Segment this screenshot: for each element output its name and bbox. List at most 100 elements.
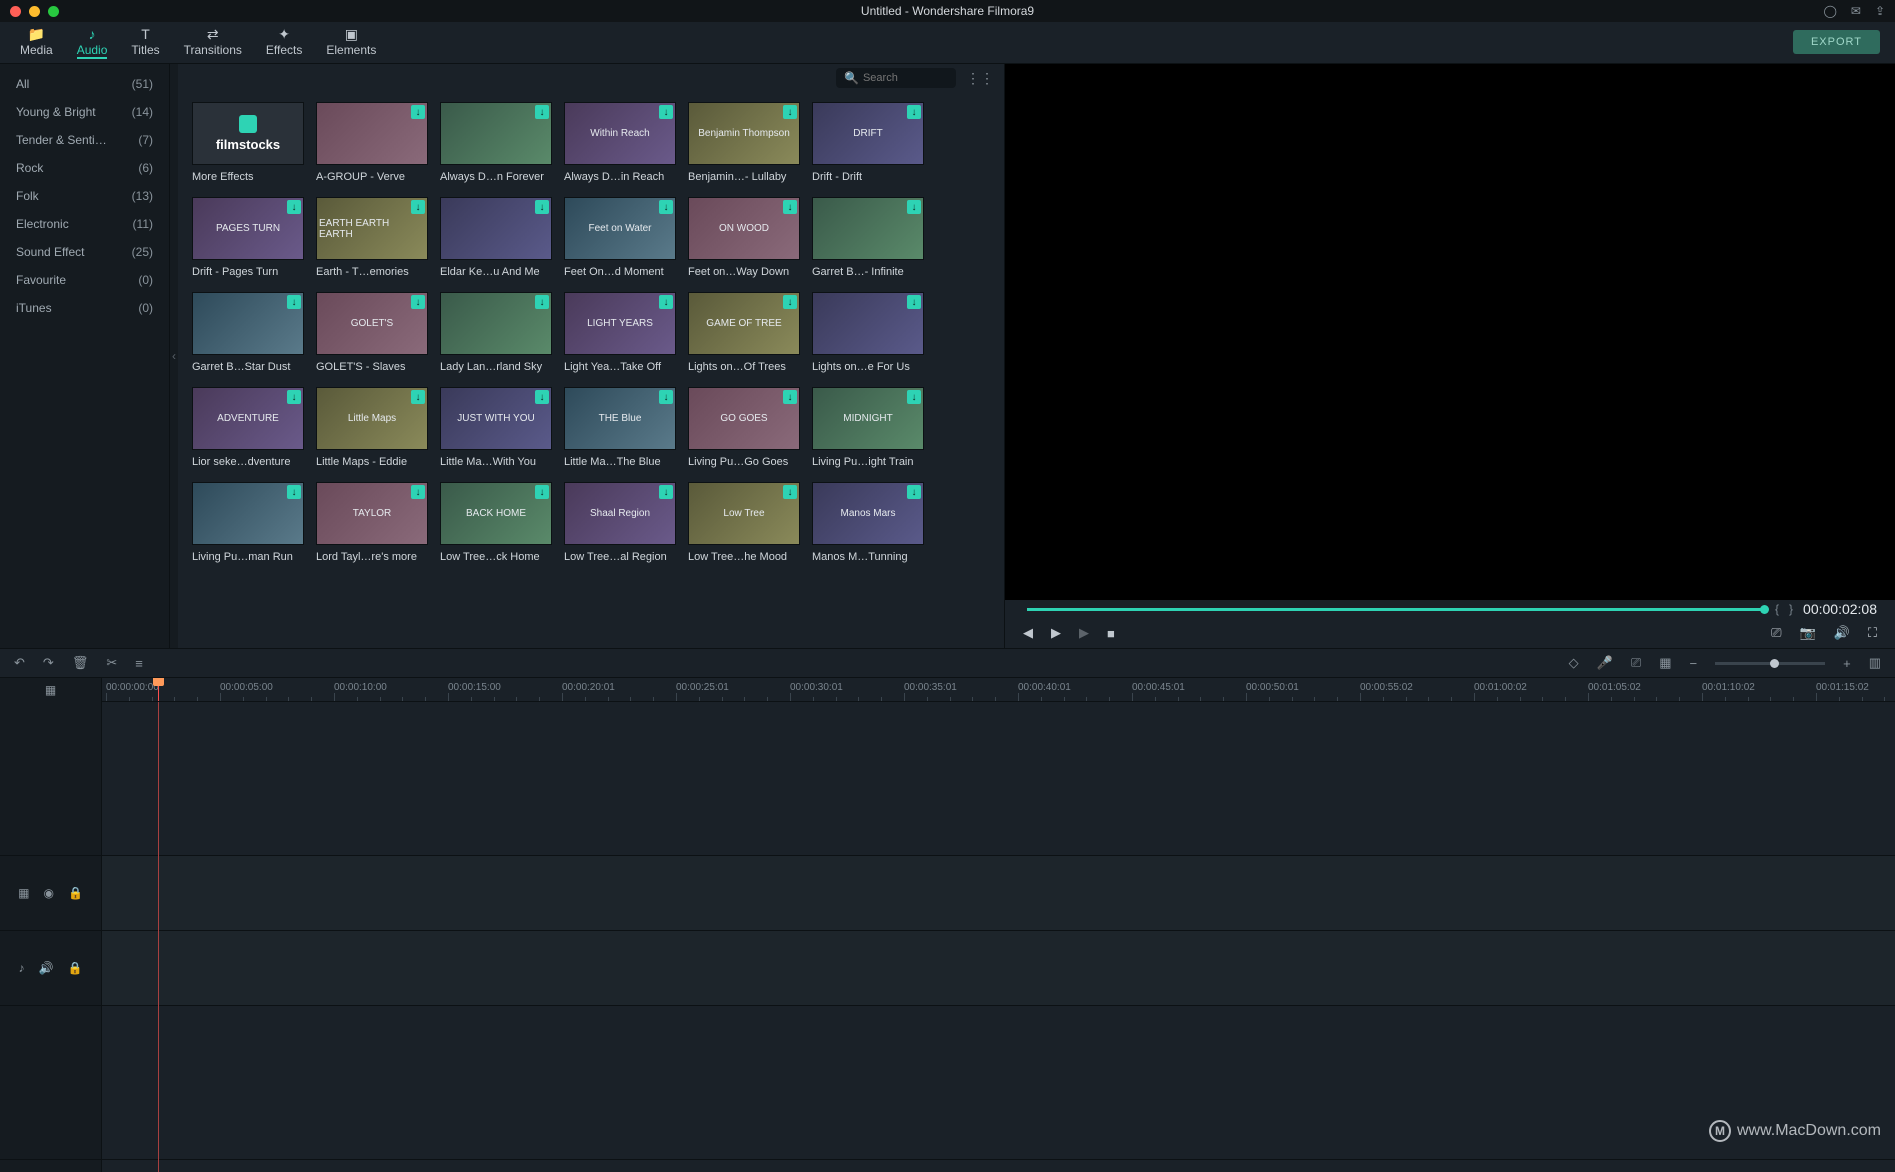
- library-item[interactable]: MIDNIGHT↓Living Pu…ight Train: [812, 387, 924, 468]
- timeline-body[interactable]: [102, 702, 1895, 1172]
- library-item[interactable]: ↓Always D…n Forever: [440, 102, 552, 183]
- volume-icon[interactable]: 🔊: [1834, 625, 1850, 641]
- zoom-out-icon[interactable]: −: [1690, 656, 1698, 671]
- download-icon[interactable]: ↓: [411, 105, 425, 119]
- marker-icon[interactable]: ◇: [1569, 655, 1579, 671]
- download-icon[interactable]: ↓: [907, 295, 921, 309]
- library-item[interactable]: Feet on Water↓Feet On…d Moment: [564, 197, 676, 278]
- window-zoom-button[interactable]: [48, 6, 59, 17]
- download-icon[interactable]: ↓: [535, 200, 549, 214]
- adjust-icon[interactable]: ≡: [135, 656, 143, 671]
- overlay-track-head[interactable]: ▦ ◉ 🔒: [0, 856, 101, 931]
- window-minimize-button[interactable]: [29, 6, 40, 17]
- library-item[interactable]: Little Maps↓Little Maps - Eddie: [316, 387, 428, 468]
- library-item[interactable]: filmstocksMore Effects: [192, 102, 304, 183]
- undo-icon[interactable]: ↶: [14, 655, 25, 671]
- library-item[interactable]: GO GOES↓Living Pu…Go Goes: [688, 387, 800, 468]
- notifications-icon[interactable]: ⇪: [1875, 4, 1885, 18]
- download-icon[interactable]: ↓: [907, 390, 921, 404]
- library-item[interactable]: THE Blue↓Little Ma…The Blue: [564, 387, 676, 468]
- download-icon[interactable]: ↓: [411, 295, 425, 309]
- download-icon[interactable]: ↓: [535, 390, 549, 404]
- search-input-wrap[interactable]: 🔍: [836, 68, 956, 88]
- download-icon[interactable]: ↓: [659, 295, 673, 309]
- fullscreen-icon[interactable]: ⛶: [1868, 625, 1877, 641]
- sidebar-item[interactable]: Favourite(0): [0, 266, 169, 294]
- sidebar-item[interactable]: Folk(13): [0, 182, 169, 210]
- download-icon[interactable]: ↓: [287, 295, 301, 309]
- next-frame-icon[interactable]: }: [1789, 602, 1793, 616]
- visibility-icon[interactable]: ◉: [43, 886, 53, 900]
- zoom-fit-icon[interactable]: ▥: [1869, 655, 1881, 671]
- delete-icon[interactable]: 🗑: [72, 655, 89, 671]
- playhead-icon[interactable]: [153, 678, 164, 686]
- library-item[interactable]: EARTH EARTH EARTH↓Earth - T…emories: [316, 197, 428, 278]
- download-icon[interactable]: ↓: [783, 105, 797, 119]
- download-icon[interactable]: ↓: [535, 105, 549, 119]
- library-item[interactable]: ↓Garret B…Star Dust: [192, 292, 304, 373]
- library-item[interactable]: Benjamin Thompson↓Benjamin…- Lullaby: [688, 102, 800, 183]
- download-icon[interactable]: ↓: [411, 200, 425, 214]
- library-item[interactable]: ↓Lights on…e For Us: [812, 292, 924, 373]
- sidebar-item[interactable]: Tender & Senti…(7): [0, 126, 169, 154]
- search-input[interactable]: [863, 72, 948, 84]
- library-item[interactable]: ↓Eldar Ke…u And Me: [440, 197, 552, 278]
- download-icon[interactable]: ↓: [907, 200, 921, 214]
- library-item[interactable]: ↓Lady Lan…rland Sky: [440, 292, 552, 373]
- library-item[interactable]: Within Reach↓Always D…in Reach: [564, 102, 676, 183]
- tab-effects[interactable]: ✦Effects: [254, 26, 314, 59]
- tab-audio[interactable]: ♪Audio: [65, 26, 120, 59]
- download-icon[interactable]: ↓: [907, 105, 921, 119]
- download-icon[interactable]: ↓: [535, 295, 549, 309]
- library-item[interactable]: ↓Living Pu…man Run: [192, 482, 304, 563]
- library-item[interactable]: GAME OF TREE↓Lights on…Of Trees: [688, 292, 800, 373]
- library-item[interactable]: ↓A-GROUP - Verve: [316, 102, 428, 183]
- stop-icon[interactable]: ■: [1107, 626, 1115, 641]
- manage-tracks-button[interactable]: ▦: [0, 678, 102, 702]
- library-item[interactable]: Low Tree↓Low Tree…he Mood: [688, 482, 800, 563]
- audio-track-head[interactable]: ♪ 🔊 🔒: [0, 931, 101, 1006]
- download-icon[interactable]: ↓: [659, 105, 673, 119]
- lock-icon[interactable]: 🔒: [68, 961, 83, 975]
- download-icon[interactable]: ↓: [287, 390, 301, 404]
- library-item[interactable]: ↓Garret B…- Infinite: [812, 197, 924, 278]
- download-icon[interactable]: ↓: [659, 200, 673, 214]
- download-icon[interactable]: ↓: [287, 485, 301, 499]
- library-item[interactable]: BACK HOME↓Low Tree…ck Home: [440, 482, 552, 563]
- lock-icon[interactable]: 🔒: [68, 886, 83, 900]
- download-icon[interactable]: ↓: [287, 200, 301, 214]
- rewind-icon[interactable]: ◀: [1023, 625, 1033, 641]
- download-icon[interactable]: ↓: [907, 485, 921, 499]
- library-item[interactable]: TAYLOR↓Lord Tayl…re's more: [316, 482, 428, 563]
- zoom-slider[interactable]: [1715, 662, 1825, 665]
- mute-icon[interactable]: 🔊: [39, 961, 54, 975]
- download-icon[interactable]: ↓: [411, 390, 425, 404]
- record-screen-icon[interactable]: ⎚: [1771, 625, 1781, 641]
- overlay-track[interactable]: [102, 856, 1895, 931]
- library-item[interactable]: Manos Mars↓Manos M…Tunning: [812, 482, 924, 563]
- render-icon[interactable]: ▦: [1659, 655, 1671, 671]
- library-item[interactable]: GOLET'S↓GOLET'S - Slaves: [316, 292, 428, 373]
- sidebar-item[interactable]: All(51): [0, 70, 169, 98]
- split-icon[interactable]: ✂: [106, 655, 117, 671]
- library-item[interactable]: Shaal Region↓Low Tree…al Region: [564, 482, 676, 563]
- messages-icon[interactable]: ✉: [1851, 4, 1861, 18]
- view-grid-icon[interactable]: ⋮⋮: [966, 70, 994, 87]
- download-icon[interactable]: ↓: [659, 390, 673, 404]
- mixer-icon[interactable]: ⎚: [1631, 655, 1641, 671]
- download-icon[interactable]: ↓: [659, 485, 673, 499]
- sidebar-item[interactable]: Rock(6): [0, 154, 169, 182]
- redo-icon[interactable]: ↷: [43, 655, 54, 671]
- sidebar-item[interactable]: iTunes(0): [0, 294, 169, 322]
- library-item[interactable]: DRIFT↓Drift - Drift: [812, 102, 924, 183]
- play-icon[interactable]: ▶: [1051, 625, 1061, 641]
- sidebar-collapse-handle[interactable]: ‹: [170, 64, 178, 648]
- window-close-button[interactable]: [10, 6, 21, 17]
- download-icon[interactable]: ↓: [411, 485, 425, 499]
- library-item[interactable]: JUST WITH YOU↓Little Ma…With You: [440, 387, 552, 468]
- tab-titles[interactable]: TTitles: [119, 26, 171, 59]
- library-item[interactable]: LIGHT YEARS↓Light Yea…Take Off: [564, 292, 676, 373]
- download-icon[interactable]: ↓: [783, 390, 797, 404]
- sidebar-item[interactable]: Electronic(11): [0, 210, 169, 238]
- account-icon[interactable]: ◯: [1823, 4, 1836, 18]
